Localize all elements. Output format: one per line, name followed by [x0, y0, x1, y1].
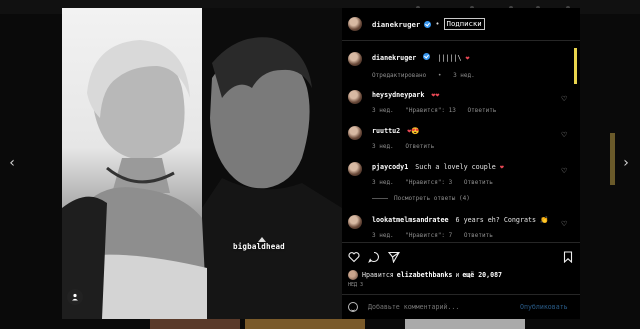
commenter-username[interactable]: lookatmelmsandratee: [372, 216, 449, 224]
comment-text: heysydneypark ❤❤: [372, 91, 562, 100]
post-modal: bigbaldhead dianekruger • Подписки diane…: [62, 8, 580, 319]
background-thumbnail: [405, 318, 525, 329]
caption-text: dianekruger |||||\ ❤: [372, 53, 562, 63]
prev-post-button[interactable]: ‹: [4, 153, 20, 173]
comment-emoji: 👏: [540, 216, 549, 224]
background-thumbnail: [245, 318, 365, 329]
comment-emoji: ❤❤: [431, 91, 440, 99]
bookmark-icon[interactable]: [562, 251, 574, 263]
commenter-username[interactable]: ruuttu2: [372, 127, 400, 135]
caption-username[interactable]: dianekruger: [372, 54, 416, 62]
background-thumbnail: [150, 318, 240, 329]
author-avatar[interactable]: [348, 17, 362, 31]
page-scrollbar[interactable]: [610, 133, 615, 185]
comment-input[interactable]: [368, 303, 508, 311]
comment-text: lookatmelmsandratee 6 years eh? Congrats…: [372, 216, 562, 225]
tagged-people-button[interactable]: [67, 289, 83, 305]
action-bar: [342, 242, 580, 263]
commenter-avatar[interactable]: [348, 90, 362, 104]
like-comment-heart-icon[interactable]: ♡: [561, 95, 569, 103]
comment-age: 3 нед.: [372, 232, 394, 239]
like-comment-heart-icon[interactable]: ♡: [561, 167, 569, 175]
comments-scroll-thumb[interactable]: [574, 48, 577, 84]
heart-emoji: ❤: [465, 54, 470, 62]
caption-body: |||||\: [437, 54, 462, 62]
view-replies-button[interactable]: Посмотреть ответы (4): [372, 195, 470, 202]
comment-body: Such a lovely couple: [415, 163, 496, 171]
user-tag-icon: [72, 293, 78, 301]
meta-dot: •: [437, 72, 442, 79]
reply-button[interactable]: Ответить: [405, 143, 434, 150]
verified-icon: [424, 20, 432, 28]
comment-body: 6 years eh? Congrats: [455, 216, 537, 224]
post-photo[interactable]: bigbaldhead: [62, 8, 342, 319]
verified-icon: [423, 53, 431, 60]
comment-meta: 3 нед. "Нравится": 3 Ответить: [372, 179, 501, 186]
comment-meta: 3 нед. Ответить: [372, 143, 442, 150]
chevron-left-icon: ‹: [9, 155, 15, 171]
comment-age: 3 нед.: [372, 143, 394, 150]
comment-meta: 3 нед. "Нравится": 13 Ответить: [372, 107, 504, 114]
commenter-avatar[interactable]: [348, 215, 362, 229]
comment-composer: Опубликовать: [342, 294, 580, 319]
comment-likes[interactable]: "Нравится": 3: [405, 179, 452, 186]
like-comment-heart-icon[interactable]: ♡: [561, 220, 569, 228]
caption-meta: Отредактировано • 3 нед.: [372, 72, 483, 79]
header-separator: •: [435, 20, 440, 28]
liker-avatar: [348, 270, 358, 280]
likes-conjunction: и: [455, 271, 460, 279]
comment-meta: 3 нед. "Нравится": 7 Ответить: [372, 232, 501, 239]
post-header: dianekruger • Подписки: [342, 8, 580, 41]
comment-likes[interactable]: "Нравится": 13: [405, 107, 456, 114]
next-post-button[interactable]: ›: [618, 153, 634, 173]
smiley-icon[interactable]: [348, 302, 358, 312]
photo-user-tag[interactable]: bigbaldhead: [233, 242, 285, 251]
comment-icon[interactable]: [368, 251, 380, 263]
photo-image: [62, 8, 342, 319]
comment-emoji: ❤: [499, 163, 504, 171]
comment-text: pjaycody1 Such a lovely couple ❤: [372, 163, 562, 172]
comment-text: ruuttu2 ❤😍: [372, 127, 562, 136]
commenter-avatar[interactable]: [348, 162, 362, 176]
heart-icon[interactable]: [348, 251, 360, 263]
caption-age: 3 нед.: [453, 72, 475, 79]
chevron-right-icon: ›: [623, 155, 629, 171]
like-comment-heart-icon[interactable]: ♡: [561, 131, 569, 139]
post-sidebar: dianekruger • Подписки dianekruger |||||…: [342, 8, 580, 319]
comment-likes[interactable]: "Нравится": 7: [405, 232, 452, 239]
edited-label: Отредактировано: [372, 72, 427, 79]
author-avatar[interactable]: [348, 52, 362, 66]
author-username[interactable]: dianekruger: [372, 20, 420, 29]
commenter-avatar[interactable]: [348, 126, 362, 140]
post-comment-button[interactable]: Опубликовать: [520, 303, 568, 311]
likes-prefix: Нравится: [362, 271, 394, 279]
paper-plane-icon[interactable]: [388, 251, 400, 263]
likes-count[interactable]: ещё 20,087: [462, 271, 502, 279]
liker-username[interactable]: elizabethbanks: [397, 271, 453, 279]
reply-button[interactable]: Ответить: [464, 179, 493, 186]
commenter-username[interactable]: heysydneypark: [372, 91, 424, 99]
reply-button[interactable]: Ответить: [468, 107, 497, 114]
reply-button[interactable]: Ответить: [464, 232, 493, 239]
comment-age: 3 нед.: [372, 179, 394, 186]
following-button[interactable]: Подписки: [443, 18, 485, 30]
comment-age: 3 нед.: [372, 107, 394, 114]
comment-emoji: ❤😍: [407, 127, 420, 135]
comments-list[interactable]: dianekruger |||||\ ❤ Отредактировано • 3…: [342, 42, 580, 240]
likes-summary[interactable]: Нравится elizabethbanks и ещё 20,087: [348, 270, 505, 280]
commenter-username[interactable]: pjaycody1: [372, 163, 408, 171]
post-date: НЕД 3: [348, 282, 364, 288]
